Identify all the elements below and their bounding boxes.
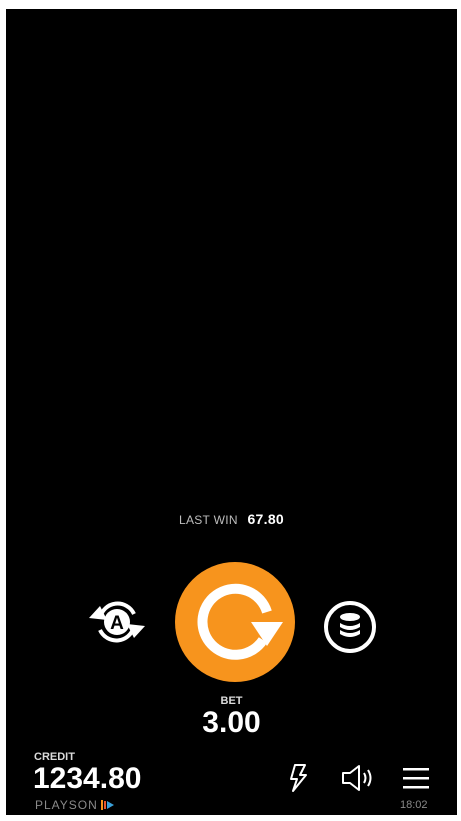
credit-value: 1234.80 (33, 762, 142, 795)
bet-coins-button[interactable] (321, 598, 379, 656)
coins-icon (324, 601, 376, 653)
menu-button[interactable] (402, 765, 430, 791)
speaker-icon (342, 765, 372, 791)
autoplay-button[interactable]: A (86, 596, 148, 648)
last-win-value: 67.80 (247, 511, 285, 527)
bet-value[interactable]: 3.00 (6, 706, 457, 740)
brand-name: PLAYSON (35, 798, 98, 812)
last-win-display: LAST WIN 67.80 (6, 511, 457, 527)
hamburger-menu-icon (403, 768, 429, 789)
playson-logo-icon (100, 800, 114, 810)
playson-logo: PLAYSON (35, 798, 115, 812)
clock: 18:02 (400, 799, 428, 811)
spin-button[interactable] (175, 562, 295, 682)
spin-icon (197, 583, 283, 660)
lightning-icon (290, 764, 307, 792)
game-screen: LAST WIN 67.80 A BET 3.00 CREDIT 1234.80 (6, 9, 457, 815)
sound-button[interactable] (340, 764, 376, 792)
svg-text:A: A (110, 613, 124, 634)
last-win-label: LAST WIN (178, 513, 238, 527)
turbo-button[interactable] (287, 763, 309, 793)
autoplay-icon: A (89, 601, 145, 643)
